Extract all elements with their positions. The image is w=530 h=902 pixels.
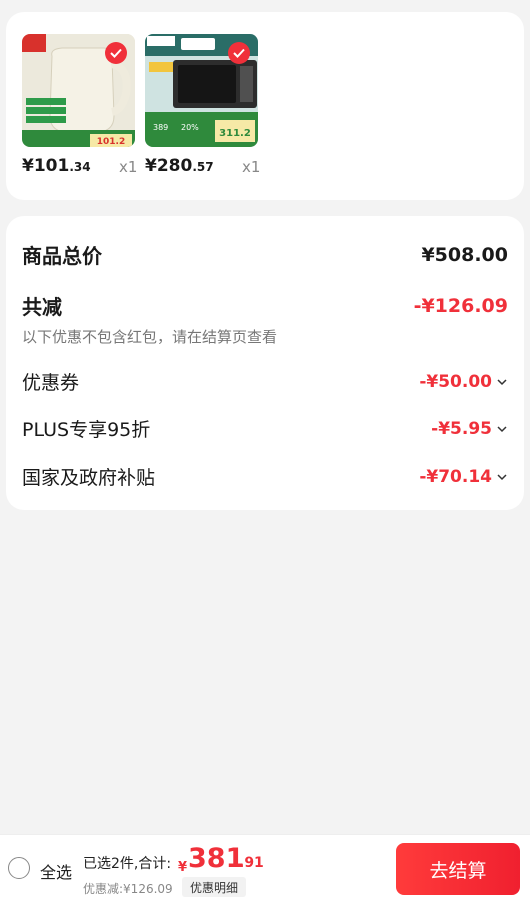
item-price: ¥101.34 (22, 156, 91, 176)
discount-row-coupon[interactable]: 优惠券 -¥50.00 (22, 368, 508, 395)
total-price-value: ¥508.00 (421, 243, 508, 266)
discount-label: 国家及政府补贴 (22, 467, 156, 489)
item-price-dec: .57 (192, 160, 214, 174)
discount-amount-group: -¥50.00 (419, 372, 508, 392)
item-price-currency: ¥ (145, 156, 157, 176)
total-price-label: 商品总价 (22, 244, 102, 268)
item-selected-check-icon[interactable] (105, 42, 127, 64)
svg-text:389: 389 (153, 123, 168, 132)
select-all-radio[interactable] (8, 857, 30, 879)
item-price-currency: ¥ (22, 156, 34, 176)
discount-detail-button[interactable]: 优惠明细 (182, 877, 247, 897)
discount-amount: -¥5.95 (431, 418, 492, 439)
discount-note: 以下优惠不包含红包，请在结算页查看 (22, 328, 278, 346)
discount-amount-group: -¥5.95 (431, 419, 508, 439)
item-quantity: x1 (242, 158, 261, 176)
item-price: ¥280.57 (145, 156, 214, 176)
total-reduction-value: -¥126.09 (413, 294, 508, 317)
checkout-button[interactable]: 去结算 (396, 843, 520, 895)
discount-row-subsidy[interactable]: 国家及政府补贴 -¥70.14 (22, 463, 508, 490)
item-price-int: 280 (156, 156, 193, 176)
discount-row-plus[interactable]: PLUS专享95折 -¥5.95 (22, 415, 508, 442)
discount-summary: 优惠减:¥126.09 (83, 882, 173, 896)
selected-count-label: 已选2件,合计: (83, 856, 172, 872)
svg-text:311.2: 311.2 (219, 128, 251, 139)
price-summary-card: 商品总价 ¥508.00 共减 -¥126.09 以下优惠不包含红包，请在结算页… (6, 216, 524, 510)
product-image-kettle[interactable]: 101.2 (22, 34, 135, 147)
item-price-dec: .34 (69, 160, 91, 174)
cart-items-card: 101.2 ¥101.34 x1 311.2 389 20% ¥280.57 x… (6, 12, 524, 200)
item-price-int: 101 (33, 156, 70, 176)
product-image-microwave[interactable]: 311.2 389 20% (145, 34, 258, 147)
select-all-label[interactable]: 全选 (40, 859, 72, 883)
item-quantity: x1 (119, 158, 138, 176)
discount-amount-group: -¥70.14 (419, 467, 508, 487)
checkout-bar: 全选 已选2件,合计: ¥ 381 .91 优惠减:¥126.09 优惠明细 去… (0, 834, 530, 902)
chevron-down-icon (497, 425, 507, 432)
chevron-down-icon (497, 378, 507, 385)
svg-text:20%: 20% (181, 123, 199, 132)
discount-label: PLUS专享95折 (22, 419, 151, 441)
chevron-down-icon (497, 473, 507, 480)
total-currency: ¥ (178, 860, 188, 875)
discount-label: 优惠券 (22, 372, 80, 394)
discount-amount: -¥70.14 (419, 466, 492, 487)
total-reduction-label: 共减 (22, 295, 62, 319)
svg-text:101.2: 101.2 (97, 137, 125, 147)
total-reduction-row: 共减 -¥126.09 (22, 291, 508, 320)
total-amount-dec: .91 (239, 855, 264, 871)
item-selected-check-icon[interactable] (228, 42, 250, 64)
discount-amount: -¥50.00 (419, 371, 492, 392)
total-price-row: 商品总价 ¥508.00 (22, 240, 508, 269)
total-amount-int: 381 (188, 843, 245, 874)
